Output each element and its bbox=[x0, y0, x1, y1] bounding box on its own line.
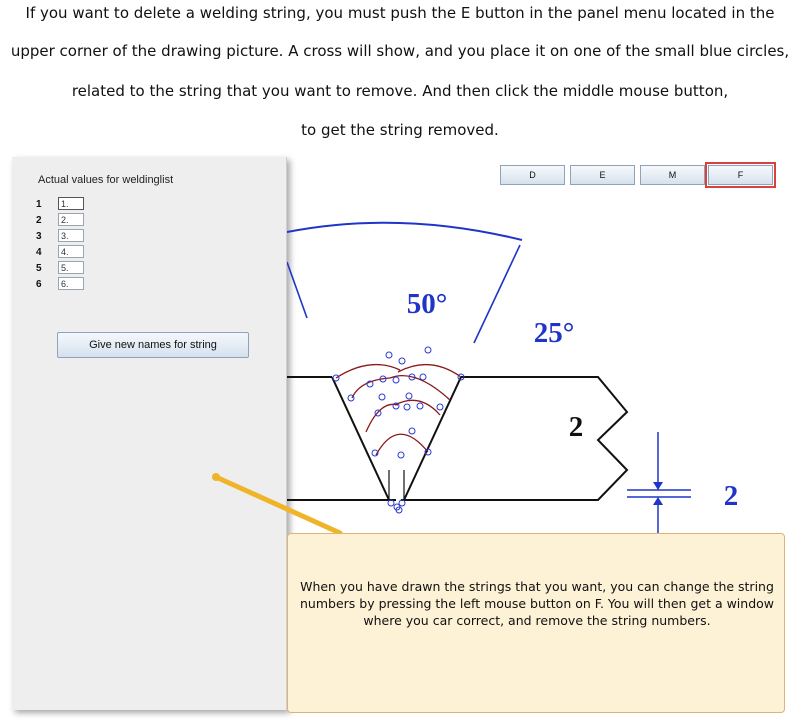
callout-text: When you have drawn the strings that you… bbox=[300, 579, 774, 628]
callout-arrow-dot bbox=[212, 473, 220, 481]
callout-box: When you have drawn the strings that you… bbox=[287, 533, 785, 713]
callout-arrow-line bbox=[213, 474, 343, 536]
